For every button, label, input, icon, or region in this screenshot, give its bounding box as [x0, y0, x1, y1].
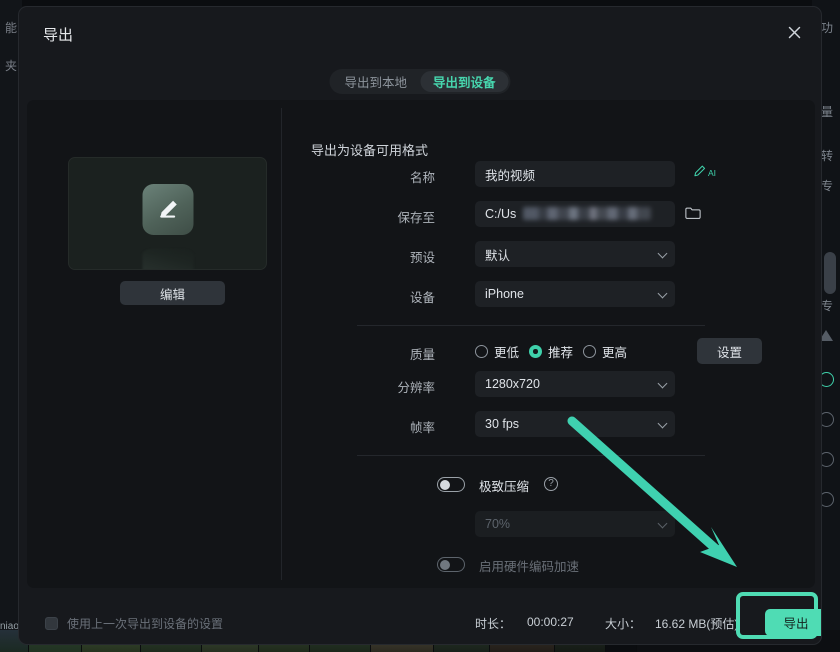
size-value: 16.62 MB(预估)	[655, 617, 739, 631]
save-path-input[interactable]: C:/Us	[475, 201, 701, 227]
duration-value: 00:00:27	[527, 615, 574, 629]
tab-export-to-device[interactable]: 导出到设备	[420, 71, 509, 92]
pencil-icon-reflection	[142, 248, 193, 269]
radio-icon	[475, 345, 488, 358]
export-dialog: 导出 导出到本地 导出到设备 编辑 导出为设备可用格式 名称 我的视频 AI 保…	[18, 6, 822, 645]
video-preview[interactable]	[68, 157, 267, 270]
settings-button[interactable]: 设置	[697, 338, 762, 364]
reuse-settings-label: 使用上一次导出到设备的设置	[67, 617, 224, 631]
hardware-accel-toggle	[437, 557, 465, 572]
preset-value: 默认	[485, 248, 511, 263]
quality-option-higher-label: 更高	[602, 346, 628, 360]
chevron-down-icon	[657, 418, 668, 429]
quality-option-recommended[interactable]: 推荐	[529, 342, 573, 361]
background-bottom-text: niao	[0, 621, 19, 632]
extreme-compression-label: 极致压缩	[479, 480, 530, 494]
framerate-value: 30 fps	[485, 417, 520, 431]
chevron-down-icon	[657, 378, 668, 389]
quality-radio-group: 更低 推荐 更高	[475, 342, 627, 361]
export-content-card: 编辑 导出为设备可用格式 名称 我的视频 AI 保存至 C:/Us 预设 默认	[27, 100, 815, 588]
name-input[interactable]: 我的视频	[475, 161, 675, 187]
resolution-select[interactable]: 1280x720	[475, 371, 675, 397]
close-icon[interactable]	[781, 19, 807, 45]
size-label: 大小：	[605, 617, 642, 631]
dialog-title: 导出	[43, 27, 74, 44]
compression-level-select: 70%	[475, 511, 675, 537]
label-preset: 预设	[409, 251, 435, 265]
quality-option-higher[interactable]: 更高	[583, 342, 627, 361]
folder-icon[interactable]	[685, 206, 701, 223]
save-path-value: C:/Us	[485, 207, 517, 221]
ai-pencil-icon[interactable]: AI	[693, 164, 716, 178]
quality-option-recommended-label: 推荐	[548, 346, 574, 360]
extreme-compression-toggle[interactable]	[437, 477, 465, 492]
save-path-masked	[523, 207, 651, 220]
column-divider	[281, 108, 282, 580]
quality-option-lower-label: 更低	[494, 346, 520, 360]
label-framerate: 帧率	[409, 421, 435, 435]
section-divider-1	[357, 325, 705, 326]
compression-level-value: 70%	[485, 517, 511, 531]
framerate-select[interactable]: 30 fps	[475, 411, 675, 437]
resolution-value: 1280x720	[485, 377, 540, 391]
background-scrollbar-thumb[interactable]	[824, 252, 836, 294]
reuse-settings-checkbox[interactable]	[45, 617, 58, 630]
radio-icon	[583, 345, 597, 358]
pencil-edit-icon	[142, 184, 193, 235]
label-save-to: 保存至	[397, 211, 435, 225]
section-title: 导出为设备可用格式	[311, 143, 429, 158]
device-select[interactable]: iPhone	[475, 281, 675, 307]
chevron-down-icon	[657, 518, 668, 529]
hardware-accel-label: 启用硬件编码加速	[479, 560, 580, 574]
label-quality: 质量	[409, 348, 435, 362]
section-divider-2	[357, 455, 705, 456]
export-target-tabs: 导出到本地 导出到设备	[329, 69, 511, 94]
chevron-down-icon	[657, 248, 668, 259]
label-name: 名称	[409, 171, 435, 185]
quality-option-lower[interactable]: 更低	[475, 342, 519, 361]
duration-label: 时长：	[475, 617, 512, 631]
label-resolution: 分辨率	[397, 381, 435, 395]
chevron-down-icon	[657, 288, 668, 299]
ai-label: AI	[708, 168, 717, 178]
label-device: 设备	[409, 291, 435, 305]
preset-select[interactable]: 默认	[475, 241, 675, 267]
radio-icon-selected	[529, 345, 543, 358]
device-value: iPhone	[485, 287, 524, 301]
edit-button[interactable]: 编辑	[120, 281, 225, 305]
question-mark-icon[interactable]: ?	[544, 477, 558, 491]
tab-export-to-local[interactable]: 导出到本地	[331, 71, 420, 92]
export-button[interactable]: 导出	[765, 609, 821, 636]
